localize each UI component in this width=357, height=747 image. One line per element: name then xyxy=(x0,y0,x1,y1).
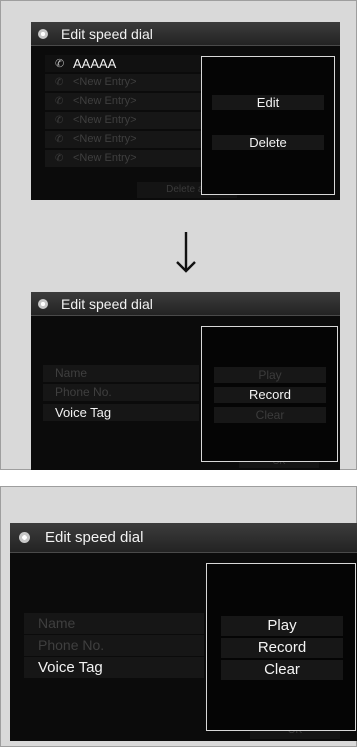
entry-label: <New Entry> xyxy=(73,95,137,107)
voice-tag-options-popup: Play Record Clear xyxy=(201,326,338,462)
settings-gear-icon xyxy=(38,299,48,309)
title-bar: Edit speed dial xyxy=(10,523,357,553)
speed-dial-entry-4[interactable]: ✆ <New Entry> xyxy=(45,112,202,129)
play-label: Play xyxy=(267,617,297,634)
record-label: Record xyxy=(257,639,307,656)
speed-dial-entry-6[interactable]: ✆ <New Entry> xyxy=(45,150,202,167)
arrow-down-icon xyxy=(176,232,196,273)
play-button[interactable]: Play xyxy=(214,367,326,383)
field-voice-tag-label: Voice Tag xyxy=(38,659,103,676)
settings-gear-icon xyxy=(19,532,30,543)
speed-dial-entry-3[interactable]: ✆ <New Entry> xyxy=(45,93,202,110)
edit-speed-dial-list-screen: Edit speed dial ✆ AAAAA ✆ <New Entry> ✆ … xyxy=(31,22,340,200)
entry-label: <New Entry> xyxy=(73,114,137,126)
record-label: Record xyxy=(249,387,291,402)
entry-label: <New Entry> xyxy=(73,133,137,145)
phone-handset-icon: ✆ xyxy=(55,96,64,107)
field-phone-no-label: Phone No. xyxy=(55,385,112,399)
field-name-label: Name xyxy=(55,366,88,380)
phone-handset-icon: ✆ xyxy=(55,153,64,164)
entry-label: <New Entry> xyxy=(73,76,137,88)
edit-label: Edit xyxy=(256,95,280,110)
field-phone-no[interactable]: Phone No. xyxy=(24,635,204,656)
field-phone-no-label: Phone No. xyxy=(38,637,105,653)
play-button[interactable]: Play xyxy=(221,616,343,636)
screen-title: Edit speed dial xyxy=(61,26,153,42)
entry-label: <New Entry> xyxy=(73,152,137,164)
delete-label: Delete xyxy=(249,135,287,150)
play-label: Play xyxy=(258,368,282,382)
voice-tag-options-popup: Play Record Clear xyxy=(206,563,356,731)
entry-label: AAAAA xyxy=(73,56,117,71)
entry-options-popup: Edit Delete xyxy=(201,56,335,195)
field-voice-tag[interactable]: Voice Tag xyxy=(43,404,199,421)
record-button[interactable]: Record xyxy=(221,638,343,658)
speed-dial-entry-5[interactable]: ✆ <New Entry> xyxy=(45,131,202,148)
delete-button[interactable]: Delete xyxy=(212,135,324,150)
field-voice-tag-label: Voice Tag xyxy=(55,405,112,420)
settings-gear-icon xyxy=(38,29,48,39)
clear-button[interactable]: Clear xyxy=(214,407,326,423)
panel-3: Edit speed dial Name Phone No. Voice Tag… xyxy=(0,486,357,747)
title-bar: Edit speed dial xyxy=(31,292,340,316)
edit-button[interactable]: Edit xyxy=(212,95,324,110)
phone-handset-icon: ✆ xyxy=(55,115,64,126)
field-name[interactable]: Name xyxy=(24,613,204,634)
edit-voice-tag-enabled-screen: Edit speed dial Name Phone No. Voice Tag… xyxy=(10,523,357,741)
screen-title: Edit speed dial xyxy=(61,296,153,312)
speed-dial-entry-2[interactable]: ✆ <New Entry> xyxy=(45,74,202,91)
speed-dial-entry-1[interactable]: ✆ AAAAA xyxy=(45,55,202,72)
field-phone-no[interactable]: Phone No. xyxy=(43,384,199,401)
phone-handset-icon: ✆ xyxy=(55,58,65,70)
phone-handset-icon: ✆ xyxy=(55,77,64,88)
panel-1: Edit speed dial ✆ AAAAA ✆ <New Entry> ✆ … xyxy=(0,0,357,272)
clear-label: Clear xyxy=(255,408,285,422)
title-bar: Edit speed dial xyxy=(31,22,340,46)
edit-voice-tag-screen: Edit speed dial Name Phone No. Voice Tag… xyxy=(31,292,340,470)
field-name-label: Name xyxy=(38,615,76,631)
panel-1-lower-area: Edit speed dial Name Phone No. Voice Tag… xyxy=(0,221,357,470)
phone-handset-icon: ✆ xyxy=(55,134,64,145)
clear-button[interactable]: Clear xyxy=(221,660,343,680)
field-voice-tag[interactable]: Voice Tag xyxy=(24,657,204,678)
record-button[interactable]: Record xyxy=(214,387,326,403)
screen-title: Edit speed dial xyxy=(45,529,144,546)
field-name[interactable]: Name xyxy=(43,365,199,382)
clear-label: Clear xyxy=(264,661,300,678)
